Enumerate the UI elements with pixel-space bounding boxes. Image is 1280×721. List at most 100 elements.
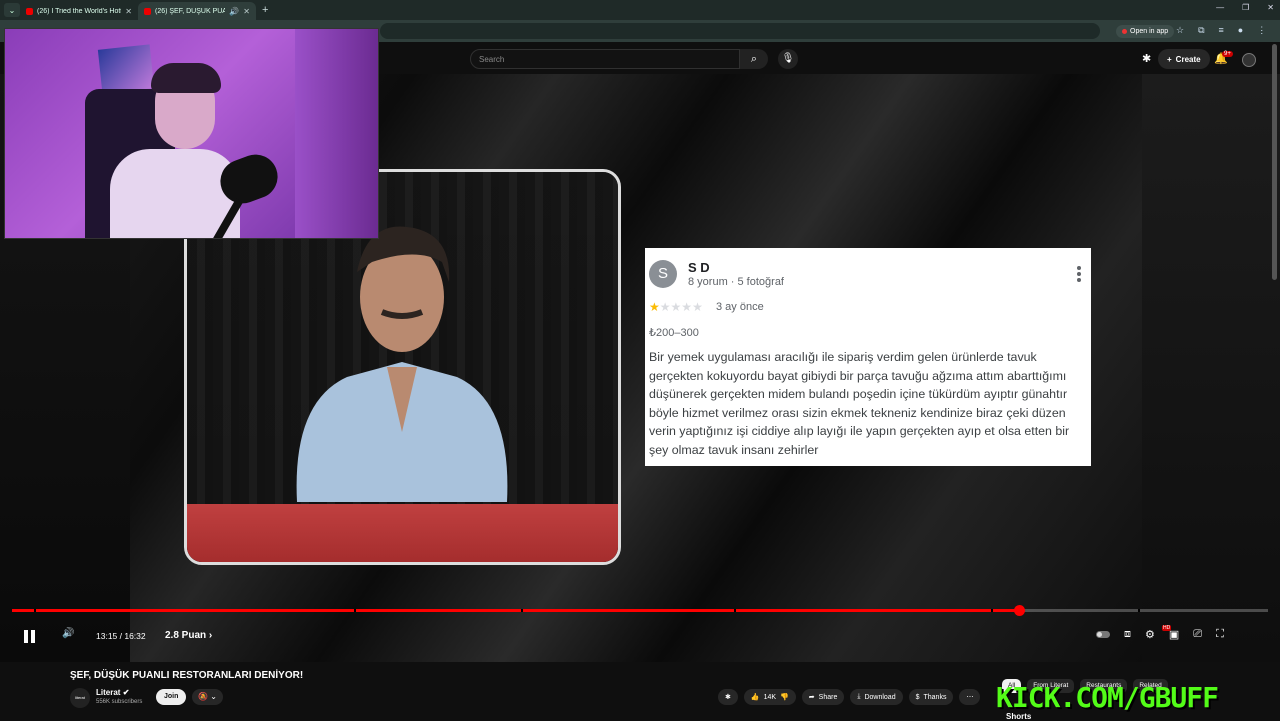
address-bar[interactable] — [380, 23, 1100, 39]
chapter-divider — [734, 609, 736, 612]
join-button[interactable]: Join — [156, 689, 187, 705]
player-right-controls: ⧈ ⚙ ▣ ⎚ ⛶ — [1096, 628, 1224, 641]
download-button[interactable]: ⤓ Download — [850, 689, 903, 705]
more-horizontal-icon: ⋯ — [966, 694, 974, 701]
thumbs-down-icon[interactable]: 👎 — [780, 693, 789, 701]
profile-icon[interactable]: ● — [1238, 25, 1243, 36]
youtube-favicon-icon — [26, 7, 33, 15]
chapter-title[interactable]: 2.8 Puan › — [165, 630, 212, 641]
plus-icon: + — [1167, 54, 1172, 64]
chapter-divider — [521, 609, 523, 612]
create-label: Create — [1175, 54, 1201, 64]
maximize-icon[interactable]: ❐ — [1242, 3, 1249, 12]
account-avatar[interactable] — [1242, 53, 1256, 67]
minimize-icon[interactable]: — — [1216, 3, 1224, 12]
webcam-streamer-hair — [151, 63, 221, 93]
review-text: Bir yemek uygulaması aracılığı ile sipar… — [649, 350, 1070, 457]
star-filled-icon: ★ — [649, 300, 660, 314]
ask-ai-button[interactable]: ✱ — [718, 689, 738, 705]
review-date: 3 ay önce — [716, 301, 764, 313]
cast-icon[interactable]: ⎚ — [1193, 628, 1202, 641]
webcam-window-curtain — [295, 29, 378, 238]
settings-gear-icon[interactable]: ⚙ — [1145, 628, 1155, 641]
kick-watermark: KICK.COM/GBUFF — [996, 681, 1219, 714]
chapter-label: 2.8 Puan — [165, 630, 207, 641]
verified-icon: ✔ — [122, 688, 130, 697]
scrubber-handle[interactable] — [1014, 605, 1025, 616]
video-title: ŞEF, DÜŞÜK PUANLI RESTORANLARI DENİYOR! — [70, 670, 304, 681]
chapter-divider — [34, 609, 36, 612]
time-display: 13:15 / 16:32 — [96, 631, 146, 641]
open-in-app-label: Open in app — [1130, 28, 1169, 35]
star-rating: ★★★★★ — [649, 300, 703, 314]
red-table — [187, 504, 618, 562]
subtitles-icon[interactable]: ⧈ — [1124, 628, 1131, 641]
like-button[interactable]: 👍 14K 👎 — [743, 689, 796, 705]
video-info-area: ŞEF, DÜŞÜK PUANLI RESTORANLARI DENİYOR! … — [0, 662, 1280, 721]
close-tab-icon[interactable]: ✕ — [243, 7, 250, 16]
media-controls-icon[interactable]: ≡ — [1219, 25, 1224, 36]
close-tab-icon[interactable]: ✕ — [125, 7, 132, 16]
audio-icon[interactable]: 🔊 — [229, 7, 239, 16]
thanks-button[interactable]: $ Thanks — [908, 689, 954, 705]
chapter-divider — [1138, 609, 1140, 612]
chapter-divider — [991, 609, 993, 612]
share-label: Share — [818, 693, 838, 701]
video-side-right — [1142, 74, 1280, 662]
channel-name-label: Literat — [96, 688, 121, 697]
open-in-app-button[interactable]: Open in app — [1116, 25, 1175, 38]
thanks-label: Thanks — [923, 693, 947, 701]
new-tab-button[interactable]: + — [262, 4, 268, 16]
chef-figure — [296, 226, 508, 502]
search-button[interactable]: ⌕ — [740, 49, 768, 69]
close-window-icon[interactable]: ✕ — [1267, 3, 1274, 12]
browser-tab-bar: ⌄ (26) I Tried the World's Hottest ✕ (26… — [0, 0, 1280, 20]
volume-icon[interactable]: 🔊 — [62, 628, 74, 639]
tab-hottest[interactable]: (26) I Tried the World's Hottest ✕ — [20, 2, 138, 20]
search-input[interactable]: Search — [470, 49, 740, 69]
page-scrollbar[interactable] — [1272, 44, 1277, 280]
extensions-icon[interactable]: ⧉ — [1198, 25, 1204, 36]
download-icon: ⤓ — [857, 693, 861, 700]
progress-played — [12, 609, 1019, 612]
youtube-favicon-icon — [144, 7, 151, 15]
like-count: 14K — [763, 693, 777, 701]
tab-sef[interactable]: (26) ŞEF, DÜŞÜK PUANLI R 🔊 ✕ — [138, 2, 256, 20]
autoplay-toggle[interactable] — [1096, 631, 1110, 638]
window-controls: — ❐ ✕ — [1216, 3, 1274, 12]
chapter-divider — [354, 609, 356, 612]
video-actions: ✱ 👍 14K 👎 ➦ Share ⤓ Download $ Thanks ⋯ — [718, 689, 981, 705]
fullscreen-icon[interactable]: ⛶ — [1216, 628, 1224, 641]
hd-badge: HD — [1162, 625, 1172, 631]
bookmark-star-icon[interactable]: ☆ — [1176, 25, 1184, 36]
reviewer-avatar: S — [649, 260, 677, 288]
channel-logo[interactable]: literat — [70, 688, 90, 708]
star-empty-icon: ★ — [659, 300, 671, 314]
create-button[interactable]: + Create — [1158, 49, 1210, 69]
share-button[interactable]: ➦ Share — [801, 689, 845, 705]
notification-settings-button[interactable]: 🔕 ⌄ — [192, 689, 223, 705]
pause-button[interactable] — [24, 630, 36, 643]
voice-search-button[interactable]: 🎙 — [778, 49, 798, 69]
sparkle-icon: ✱ — [725, 694, 731, 701]
google-review-card: S S D 8 yorum · 5 fotoğraf ★★★★★ 3 ay ön… — [645, 248, 1091, 466]
streamer-webcam-overlay — [4, 28, 379, 239]
bell-off-icon: 🔕 — [198, 692, 208, 701]
chevron-down-icon: ⌄ — [210, 692, 217, 701]
notification-count-badge: 9+ — [1222, 51, 1233, 57]
browser-menu-icon[interactable]: ⋮ — [1257, 25, 1266, 36]
share-icon: ➦ — [808, 694, 815, 701]
webcam-wall-poster — [97, 44, 155, 94]
channel-name[interactable]: Literat ✔ — [96, 688, 129, 697]
sparkle-icon[interactable]: ✱ — [1142, 52, 1151, 65]
star-empty-icon: ★ — [692, 300, 703, 314]
more-actions-button[interactable]: ⋯ — [959, 689, 981, 705]
tab-search-chevron-icon[interactable]: ⌄ — [4, 3, 20, 17]
youtube-app-icon — [1122, 29, 1127, 34]
thumbs-up-icon: 👍 — [750, 694, 760, 701]
tab-title: (26) I Tried the World's Hottest — [37, 7, 121, 15]
chevron-right-icon: › — [208, 630, 213, 641]
progress-bar[interactable] — [12, 605, 1268, 616]
download-label: Download — [864, 693, 896, 701]
star-empty-icon: ★ — [681, 300, 693, 314]
